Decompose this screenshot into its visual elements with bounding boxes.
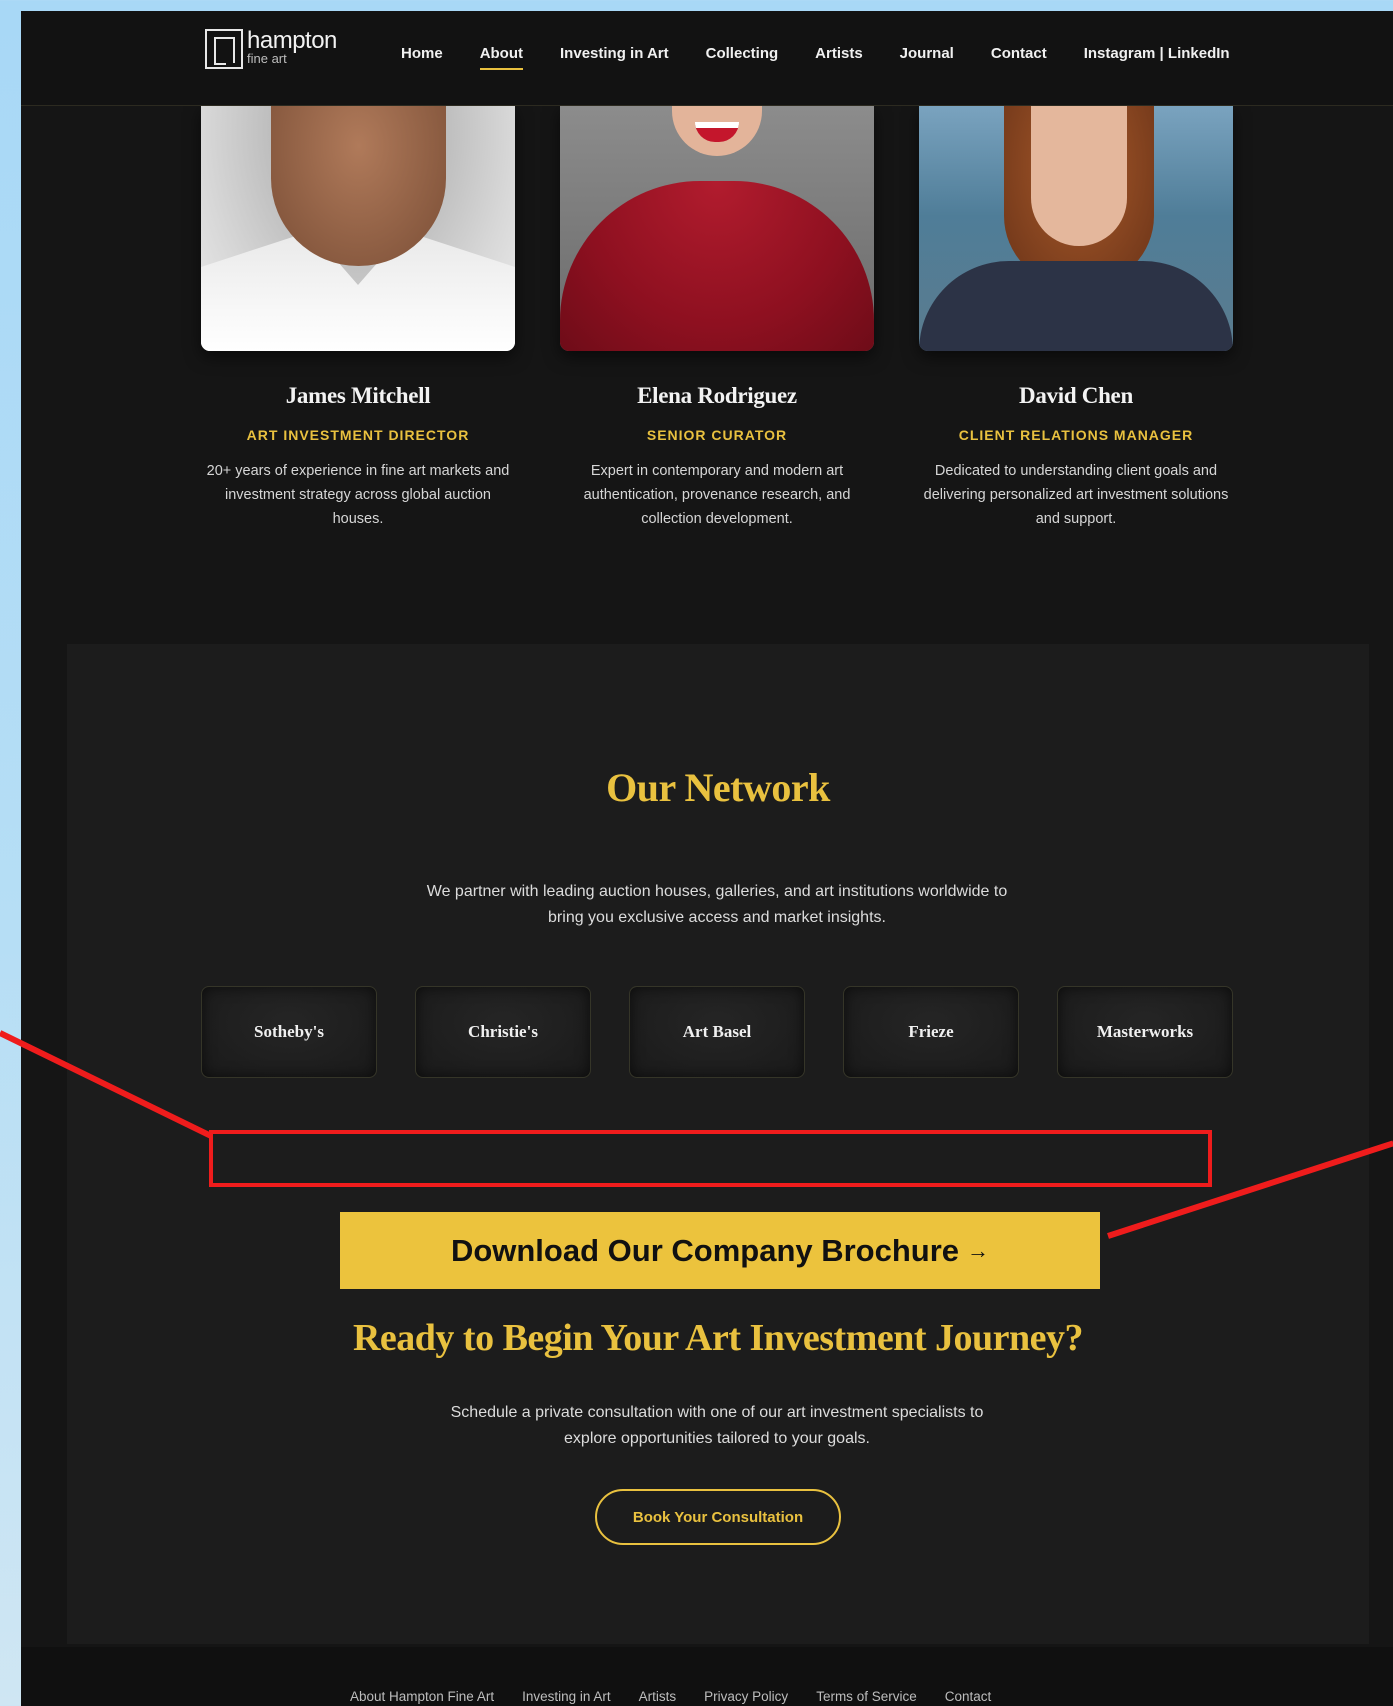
network-description: We partner with leading auction houses, … bbox=[426, 883, 1008, 926]
logo[interactable]: hampton fine art bbox=[205, 29, 337, 69]
footer-links: About Hampton Fine Art Investing in Art … bbox=[350, 1689, 991, 1704]
nav-investing-in-art[interactable]: Investing in Art bbox=[560, 45, 669, 70]
partner-card-sothebys[interactable]: Sotheby's bbox=[201, 986, 377, 1078]
brochure-button-label: Download Our Company Brochure bbox=[450, 1232, 960, 1268]
cta-description: Schedule a private consultation with one… bbox=[450, 1404, 984, 1447]
member-photo bbox=[919, 106, 1233, 351]
nav-home[interactable]: Home bbox=[401, 45, 443, 70]
team-member: Elena Rodriguez SENIOR CURATOR Expert in… bbox=[560, 106, 874, 531]
nav-links: Home About Investing in Art Collecting A… bbox=[401, 45, 1230, 70]
download-brochure-button[interactable]: Download Our Company Brochure → bbox=[340, 1212, 1100, 1289]
annotation-highlight-box bbox=[209, 1130, 1212, 1187]
logo-mark-icon bbox=[205, 29, 243, 69]
arrow-right-icon: → bbox=[967, 1237, 990, 1263]
team-section: James Mitchell ART INVESTMENT DIRECTOR 2… bbox=[201, 106, 1253, 531]
logo-name: hampton bbox=[247, 27, 337, 54]
partner-card-masterworks[interactable]: Masterworks bbox=[1057, 986, 1233, 1078]
top-nav: hampton fine art Home About Investing in… bbox=[21, 11, 1393, 106]
footer-link-artists[interactable]: Artists bbox=[639, 1689, 677, 1704]
partner-card-art-basel[interactable]: Art Basel bbox=[629, 986, 805, 1078]
member-bio: 20+ years of experience in fine art mark… bbox=[206, 463, 510, 527]
nav-artists[interactable]: Artists bbox=[815, 45, 863, 70]
partner-list: Sotheby's Christie's Art Basel Frieze Ma… bbox=[201, 986, 1233, 1078]
cta-title: Ready to Begin Your Art Investment Journ… bbox=[352, 1317, 1084, 1359]
member-name: David Chen bbox=[1019, 383, 1133, 408]
member-bio: Expert in contemporary and modern art au… bbox=[583, 463, 851, 527]
member-role: CLIENT RELATIONS MANAGER bbox=[958, 427, 1194, 443]
nav-journal[interactable]: Journal bbox=[900, 45, 954, 70]
partner-card-christies[interactable]: Christie's bbox=[415, 986, 591, 1078]
nav-contact[interactable]: Contact bbox=[991, 45, 1047, 70]
footer-link-about[interactable]: About Hampton Fine Art bbox=[350, 1689, 494, 1704]
team-member: James Mitchell ART INVESTMENT DIRECTOR 2… bbox=[201, 106, 515, 531]
footer-link-terms[interactable]: Terms of Service bbox=[816, 1689, 917, 1704]
nav-collecting[interactable]: Collecting bbox=[706, 45, 779, 70]
nav-social[interactable]: Instagram | LinkedIn bbox=[1084, 45, 1230, 70]
member-bio: Dedicated to understanding client goals … bbox=[923, 463, 1229, 527]
member-name: Elena Rodriguez bbox=[637, 383, 797, 408]
network-section: Our Network We partner with leading auct… bbox=[67, 644, 1369, 1644]
member-photo bbox=[560, 106, 874, 351]
page: hampton fine art Home About Investing in… bbox=[21, 11, 1393, 1706]
footer: About Hampton Fine Art Investing in Art … bbox=[21, 1647, 1393, 1706]
partner-card-frieze[interactable]: Frieze bbox=[843, 986, 1019, 1078]
book-consultation-button[interactable]: Book Your Consultation bbox=[595, 1489, 841, 1545]
nav-about[interactable]: About bbox=[479, 45, 524, 70]
footer-link-contact[interactable]: Contact bbox=[945, 1689, 992, 1704]
member-role: SENIOR CURATOR bbox=[646, 427, 788, 443]
footer-link-privacy[interactable]: Privacy Policy bbox=[704, 1689, 788, 1704]
member-name: James Mitchell bbox=[285, 383, 431, 408]
team-member: David Chen CLIENT RELATIONS MANAGER Dedi… bbox=[919, 106, 1233, 531]
footer-link-investing[interactable]: Investing in Art bbox=[522, 1689, 611, 1704]
member-role: ART INVESTMENT DIRECTOR bbox=[246, 427, 470, 443]
member-photo bbox=[201, 106, 515, 351]
network-title: Our Network bbox=[606, 765, 830, 810]
